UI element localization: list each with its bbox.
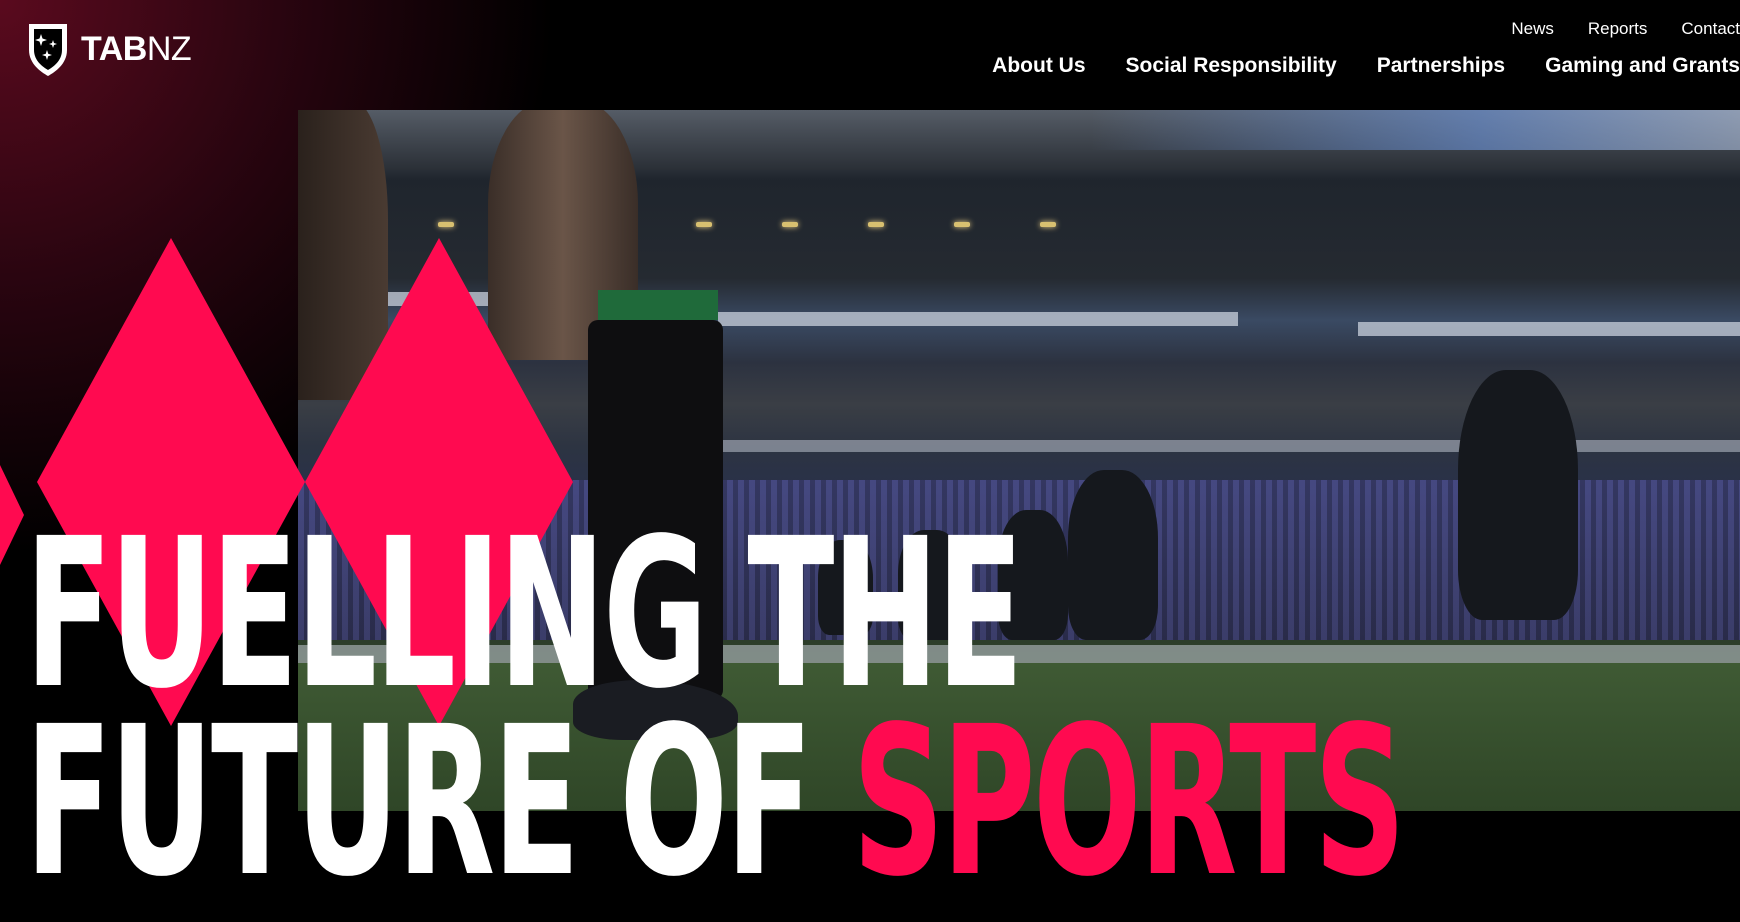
brand-name-bold: TAB [81, 30, 147, 68]
stadium-banner [718, 440, 1740, 452]
brand-wordmark: TABNZ [81, 30, 192, 68]
nav-link-contact[interactable]: Contact [1681, 19, 1740, 39]
brand-name-light: NZ [146, 30, 192, 68]
player-sock-band [598, 290, 718, 320]
stadium-banner [718, 312, 1238, 326]
hero-headline: FUELLING THE FUTURE OF SPORTS [25, 494, 1406, 905]
nav-link-news[interactable]: News [1511, 19, 1554, 39]
headline-line-2: FUTURE OF SPORTS [25, 699, 1406, 905]
nav-link-reports[interactable]: Reports [1588, 19, 1648, 39]
main-nav: About Us Social Responsibility Partnersh… [992, 54, 1740, 78]
nav-link-social-responsibility[interactable]: Social Responsibility [1126, 54, 1337, 78]
stadium-sky [1091, 110, 1740, 150]
running-player [1458, 370, 1578, 620]
nav-link-partnerships[interactable]: Partnerships [1377, 54, 1505, 78]
nav-link-about-us[interactable]: About Us [992, 54, 1085, 78]
headline-line-2-prefix: FUTURE OF [25, 682, 813, 922]
headline-line-1: FUELLING THE [25, 494, 1024, 734]
utility-nav: News Reports Contact [1511, 19, 1740, 39]
shield-stars-icon [29, 24, 67, 76]
headline-accent-word: SPORTS [852, 682, 1405, 922]
brand-logo[interactable]: TABNZ [25, 20, 192, 78]
nav-link-gaming-and-grants[interactable]: Gaming and Grants [1545, 54, 1740, 78]
stadium-banner [1358, 322, 1740, 336]
